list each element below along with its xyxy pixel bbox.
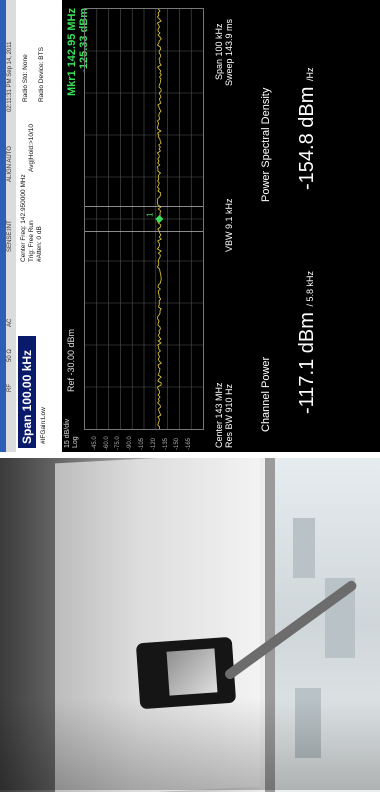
psd-value: -154.8 dBm /Hz bbox=[296, 67, 318, 190]
radio-device-text: Radio Device: BTS bbox=[38, 47, 45, 102]
status-coupling: AC bbox=[7, 318, 13, 327]
y-tick-label: -90.0 bbox=[127, 436, 134, 450]
bottom-labels: Center 143 MHz Res BW 910 Hz VBW 9.1 kHz… bbox=[212, 0, 238, 452]
center-freq-text: Center Freq: 142.950000 MHz bbox=[20, 174, 27, 262]
center-label: Center 143 MHz bbox=[214, 382, 224, 448]
figure: RF 50 Ω AC SENSE:INT ALIGN AUTO 02:11:31… bbox=[0, 0, 380, 792]
trig-text: Trig: Free Run bbox=[28, 220, 35, 262]
channel-power-value: -117.1 dBm / 5.8 kHz bbox=[296, 271, 318, 414]
res-bw-label: Res BW 910 Hz bbox=[224, 383, 234, 448]
y-tick-label: -75.0 bbox=[115, 436, 122, 450]
status-bar: RF 50 Ω AC SENSE:INT ALIGN AUTO 02:11:31… bbox=[6, 0, 16, 452]
psd-unit: /Hz bbox=[305, 67, 315, 82]
ref-level: Ref -30.00 dBm bbox=[66, 328, 76, 392]
graticule-svg: 1 bbox=[85, 9, 203, 429]
status-align: ALIGN AUTO bbox=[7, 146, 13, 182]
y-tick-label: -150 bbox=[174, 437, 181, 450]
radio-std-text: Radio Std: None bbox=[22, 54, 29, 102]
y-tick-label: -45.0 bbox=[91, 436, 98, 450]
psd-label: Power Spectral Density bbox=[260, 87, 272, 202]
settings-panel: Span 100.00 kHz #IFGain:Low Center Freq:… bbox=[16, 0, 62, 452]
y-tick-label: -120 bbox=[150, 437, 157, 450]
channel-power-label: Channel Power bbox=[260, 356, 272, 432]
span-readout[interactable]: Span 100.00 kHz bbox=[18, 336, 36, 448]
status-timestamp: 02:11:31 PM Sep 14, 2011 bbox=[7, 41, 13, 113]
measurement-panel: Channel Power -117.1 dBm / 5.8 kHz Power… bbox=[238, 0, 380, 452]
status-rf: RF bbox=[7, 384, 13, 392]
graticule: 1 bbox=[84, 8, 204, 430]
floor-shadow bbox=[0, 698, 380, 790]
span-label: Span 100 kHz bbox=[214, 23, 224, 80]
marker-number: 1 bbox=[145, 212, 154, 217]
device-label bbox=[166, 648, 218, 696]
y-tick-label: -165 bbox=[186, 437, 193, 450]
status-impedance: 50 Ω bbox=[7, 349, 13, 362]
channel-power-bw: / 5.8 kHz bbox=[305, 271, 315, 307]
y-tick-label: -135 bbox=[162, 437, 169, 450]
vbw-label: VBW 9.1 kHz bbox=[224, 198, 234, 252]
building bbox=[293, 518, 315, 578]
analyzer-screenshot: RF 50 Ω AC SENSE:INT ALIGN AUTO 02:11:31… bbox=[0, 0, 380, 452]
scale-log: Log bbox=[72, 436, 79, 448]
y-tick-label: -60.0 bbox=[103, 436, 110, 450]
marker-freq: Mkr1 142.95 MHz bbox=[66, 8, 78, 97]
scale-box: 15 dB/div Log bbox=[64, 419, 80, 448]
ifgain-text: #IFGain:Low bbox=[40, 407, 47, 444]
marker-diamond[interactable] bbox=[155, 215, 164, 223]
spectrum-graph: 15 dB/div Log Ref -30.00 dBm Mkr1 142.95… bbox=[62, 0, 212, 452]
atten-text: #Atten: 0 dB bbox=[36, 226, 43, 262]
setup-photo bbox=[0, 458, 380, 792]
status-sense: SENSE:INT bbox=[7, 220, 13, 252]
y-tick-label: -105 bbox=[139, 437, 145, 450]
avg-hold-text: Avg|Hold:>10/10 bbox=[28, 123, 35, 172]
sweep-label: Sweep 143.9 ms bbox=[224, 18, 234, 86]
scale-div: 15 dB/div bbox=[64, 418, 71, 448]
analyzer-screen: RF 50 Ω AC SENSE:INT ALIGN AUTO 02:11:31… bbox=[0, 0, 380, 452]
